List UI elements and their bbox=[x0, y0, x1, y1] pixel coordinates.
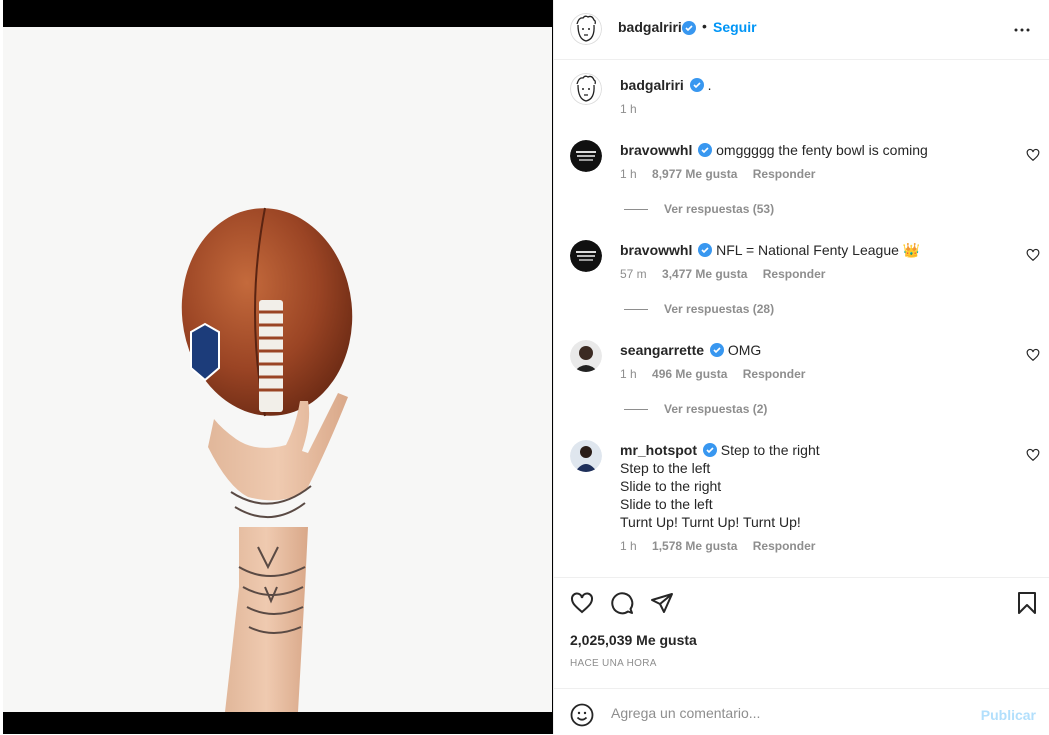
like-heart-icon[interactable] bbox=[569, 591, 595, 615]
comment-username[interactable]: bravowwhl bbox=[620, 142, 692, 158]
commenter-avatar[interactable] bbox=[570, 340, 602, 372]
comment-line: mr_hotspot Step to the right bbox=[620, 441, 1000, 459]
comments-list[interactable]: badgalriri . 1 h bravowwhl omggggg the f… bbox=[554, 60, 1049, 578]
view-replies-button[interactable]: Ver respuestas (2) bbox=[624, 402, 767, 416]
person-avatar-icon bbox=[570, 340, 602, 372]
comment-username[interactable]: bravowwhl bbox=[620, 242, 692, 258]
post-timestamp[interactable]: HACE UNA HORA bbox=[570, 658, 657, 669]
commenter-avatar[interactable] bbox=[570, 140, 602, 172]
caption-line: badgalriri . bbox=[620, 76, 1000, 94]
view-replies-button[interactable]: Ver respuestas (53) bbox=[624, 202, 774, 216]
caption-meta: 1 h bbox=[620, 102, 649, 116]
save-icon[interactable] bbox=[1016, 591, 1038, 615]
person-avatar-icon bbox=[570, 440, 602, 472]
doodle-face-icon bbox=[570, 13, 602, 45]
separator-dot: • bbox=[702, 18, 707, 34]
verified-icon bbox=[689, 78, 704, 92]
caption-text: . bbox=[707, 77, 712, 93]
verified-icon bbox=[682, 21, 696, 35]
comment-text: OMG bbox=[727, 342, 762, 358]
reply-button[interactable]: Responder bbox=[753, 167, 816, 181]
emoji-icon[interactable] bbox=[570, 703, 594, 727]
verified-icon bbox=[698, 243, 713, 257]
comment-meta: 1 h 8,977 Me gusta Responder bbox=[620, 167, 827, 181]
comment-line: bravowwhl NFL = National Fenty League 👑 bbox=[620, 241, 1000, 259]
follow-button[interactable]: Seguir bbox=[713, 19, 757, 35]
reply-button[interactable]: Responder bbox=[743, 367, 806, 381]
comment-text-line: Slide to the left bbox=[620, 496, 713, 512]
bravo-logo-icon bbox=[570, 240, 602, 272]
reply-button[interactable]: Responder bbox=[753, 539, 816, 553]
author-avatar[interactable] bbox=[570, 13, 602, 45]
like-count[interactable]: 2,025,039 Me gusta bbox=[570, 632, 697, 648]
comment-text-line: Slide to the right bbox=[620, 478, 722, 494]
comment-text: NFL = National Fenty League bbox=[716, 242, 899, 258]
view-replies-label: Ver respuestas (28) bbox=[664, 302, 775, 316]
comment-likes[interactable]: 3,477 Me gusta bbox=[662, 267, 747, 281]
comment-username[interactable]: mr_hotspot bbox=[620, 442, 697, 458]
caption-username[interactable]: badgalriri bbox=[620, 77, 684, 93]
caption-time[interactable]: 1 h bbox=[620, 102, 637, 116]
replies-line bbox=[624, 209, 648, 211]
comment-likes[interactable]: 8,977 Me gusta bbox=[652, 167, 737, 181]
comment-line: seangarrette OMG bbox=[620, 341, 1000, 359]
heart-icon[interactable] bbox=[1026, 148, 1040, 162]
post-photo[interactable] bbox=[3, 27, 552, 712]
comment-username[interactable]: seangarrette bbox=[620, 342, 704, 358]
football-photo bbox=[181, 207, 353, 712]
comment-input[interactable] bbox=[609, 702, 973, 724]
caption-avatar[interactable] bbox=[570, 73, 602, 105]
post-media[interactable] bbox=[0, 0, 553, 734]
comment-text-line: Step to the left bbox=[620, 460, 711, 476]
heart-icon[interactable] bbox=[1026, 248, 1040, 262]
view-replies-button[interactable]: Ver respuestas (28) bbox=[624, 302, 774, 316]
post-header: badgalriri • Seguir bbox=[554, 0, 1049, 60]
heart-icon[interactable] bbox=[1026, 348, 1040, 362]
comment-likes[interactable]: 496 Me gusta bbox=[652, 367, 727, 381]
comment-icon[interactable] bbox=[610, 591, 634, 615]
verified-icon bbox=[709, 343, 724, 357]
comment-likes[interactable]: 1,578 Me gusta bbox=[652, 539, 737, 553]
comment-text-line: Turnt Up! Turnt Up! Turnt Up! bbox=[620, 514, 801, 530]
doodle-face-icon bbox=[570, 73, 602, 105]
more-options-icon[interactable] bbox=[1010, 18, 1034, 42]
comment-line: bravowwhl omggggg the fenty bowl is comi… bbox=[620, 141, 1000, 159]
reply-button[interactable]: Responder bbox=[763, 267, 826, 281]
comment-meta: 57 m 3,477 Me gusta Responder bbox=[620, 267, 837, 281]
comment-meta: 1 h 496 Me gusta Responder bbox=[620, 367, 817, 381]
bravo-logo-icon bbox=[570, 140, 602, 172]
heart-icon[interactable] bbox=[1026, 448, 1040, 462]
comment-text: omggggg the fenty bowl is coming bbox=[716, 142, 928, 158]
comment-meta: 1 h 1,578 Me gusta Responder bbox=[620, 539, 827, 553]
replies-line bbox=[624, 409, 648, 411]
view-replies-label: Ver respuestas (2) bbox=[664, 402, 768, 416]
action-bar bbox=[554, 580, 1049, 625]
share-icon[interactable] bbox=[650, 591, 674, 615]
author-username[interactable]: badgalriri bbox=[618, 19, 682, 35]
replies-line bbox=[624, 309, 648, 311]
commenter-avatar[interactable] bbox=[570, 440, 602, 472]
crown-emoji: 👑 bbox=[902, 242, 921, 258]
comment-time[interactable]: 57 m bbox=[620, 267, 647, 281]
commenter-avatar[interactable] bbox=[570, 240, 602, 272]
comment-composer: Publicar bbox=[554, 688, 1049, 735]
comment-time[interactable]: 1 h bbox=[620, 539, 637, 553]
comment-time[interactable]: 1 h bbox=[620, 367, 637, 381]
view-replies-label: Ver respuestas (53) bbox=[664, 202, 775, 216]
comment-time[interactable]: 1 h bbox=[620, 167, 637, 181]
verified-icon bbox=[698, 143, 713, 157]
publish-button[interactable]: Publicar bbox=[981, 707, 1036, 723]
post-panel: badgalriri • Seguir badgalriri . 1 h bra… bbox=[553, 0, 1049, 734]
comment-text: Step to the right bbox=[720, 442, 820, 458]
verified-icon bbox=[702, 443, 717, 457]
